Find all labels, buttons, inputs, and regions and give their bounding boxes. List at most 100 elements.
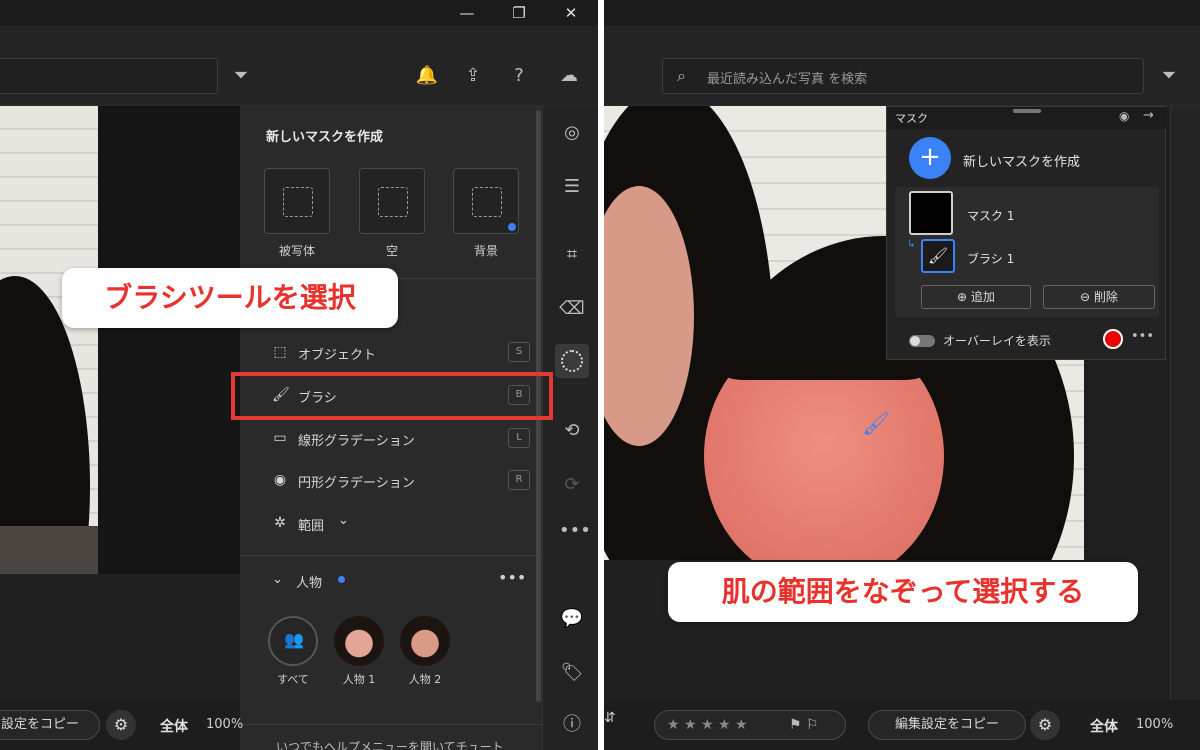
cloud-sync-icon[interactable]: ☁: [556, 63, 582, 89]
zoom-level[interactable]: 100%: [206, 717, 243, 732]
create-mask-button[interactable]: +: [909, 137, 951, 179]
select-sky-button[interactable]: [359, 168, 425, 234]
tool-label: 範囲: [298, 519, 325, 534]
person-all-label: すべて: [277, 673, 309, 686]
mask-name[interactable]: マスク 1: [967, 207, 1014, 224]
shortcut-key: L: [508, 428, 530, 448]
tool-linear-gradient[interactable]: ▭ 線形グラデーション L: [240, 422, 542, 456]
search-input[interactable]: [0, 58, 218, 94]
mask-popup: マスク ◉ → + 新しいマスクを作成 マスク 1 ↳ 🖌 ブラシ 1 ⊕ 追加…: [886, 106, 1167, 360]
select-background-label: 背景: [473, 244, 498, 258]
brush-icon: 🖌: [927, 246, 949, 265]
tool-label: 線形グラデーション: [298, 434, 415, 449]
gear-icon[interactable]: ⚙: [1030, 710, 1060, 740]
instruction-callout: ブラシツールを選択: [62, 268, 398, 328]
mask-panel-title: 新しいマスクを作成: [266, 130, 384, 145]
person-1-button[interactable]: [334, 616, 384, 666]
delete-label: 削除: [1093, 290, 1118, 304]
side-panel-edge: [1170, 106, 1200, 706]
subtract-button[interactable]: ⊖ 削除: [1043, 285, 1155, 309]
more-icon[interactable]: •••: [1131, 329, 1154, 344]
search-input[interactable]: ⌕ 最近読み込んだ写真 を検索: [662, 58, 1144, 94]
select-subject-button[interactable]: [264, 168, 330, 234]
mask-thumbnail[interactable]: [909, 191, 953, 235]
brush-cursor-icon: 🖌: [862, 412, 890, 437]
brush-highlight-box: [231, 372, 553, 420]
share-icon[interactable]: ⇪: [460, 63, 486, 89]
history-icon[interactable]: ⟲: [559, 418, 585, 444]
flag-icon[interactable]: ⚑ ⚐: [789, 711, 819, 739]
instruction-callout: 肌の範囲をなぞって選択する: [668, 562, 1138, 622]
overlay-toggle[interactable]: [909, 335, 935, 347]
top-toolbar: ⏷ 🔔 ⇪ ? ☁: [0, 26, 598, 106]
select-background-button[interactable]: [453, 168, 519, 234]
arrow-right-icon[interactable]: →: [1143, 108, 1154, 123]
brush-component-name[interactable]: ブラシ 1: [967, 250, 1014, 267]
minimize-button[interactable]: —: [456, 2, 478, 24]
tool-object[interactable]: ⬚ オブジェクト S: [240, 336, 542, 370]
radial-gradient-icon: ◉: [273, 472, 287, 488]
view-fit-label[interactable]: 全体: [1090, 716, 1118, 736]
copy-settings-button[interactable]: 編集設定をコピー: [868, 710, 1026, 740]
copy-settings-button[interactable]: 設定をコピー: [0, 710, 100, 740]
person-all-button[interactable]: 👥: [268, 616, 318, 666]
add-button[interactable]: ⊕ 追加: [921, 285, 1031, 309]
bottom-bar: 設定をコピー ⚙ 全体 100%: [0, 700, 243, 750]
zoom-level[interactable]: 100%: [1136, 717, 1173, 732]
filter-icon[interactable]: ⏷: [228, 63, 254, 89]
more-icon[interactable]: •••: [498, 568, 526, 587]
masking-button[interactable]: [555, 344, 589, 378]
filmstrip-area: [0, 574, 240, 700]
divider: [240, 724, 542, 725]
maximize-button[interactable]: ❐: [508, 2, 530, 24]
tag-icon[interactable]: 🏷: [559, 660, 585, 686]
range-icon: ✲: [274, 515, 286, 531]
brush-mask-thumbnail[interactable]: 🖌: [921, 239, 955, 273]
gear-icon[interactable]: ⚙: [106, 710, 136, 740]
eraser-icon[interactable]: ⌫: [559, 296, 585, 322]
shortcut-key: R: [508, 470, 530, 490]
masking-icon: [561, 350, 583, 372]
search-placeholder: 最近読み込んだ写真 を検索: [707, 72, 868, 87]
tool-label: 円形グラデーション: [298, 476, 415, 491]
search-icon: ⌕: [677, 66, 686, 85]
drag-handle[interactable]: [1013, 109, 1041, 113]
people-icon: 👥: [284, 630, 304, 649]
left-screenshot: — ❐ ✕ ⏷ 🔔 ⇪ ? ☁ 新しいマスクを作成 被写体 空 背景 ⬚ オブジ…: [0, 0, 598, 750]
more-options-icon[interactable]: •••: [559, 518, 591, 544]
overlay-color-swatch[interactable]: [1103, 329, 1123, 349]
object-select-icon: ⬚: [273, 344, 287, 360]
star-rating[interactable]: ★ ★ ★ ★ ★ ⚑ ⚐: [654, 710, 846, 740]
star-rating-stars: ★ ★ ★ ★ ★: [667, 717, 748, 733]
comment-icon[interactable]: 💬: [559, 606, 585, 632]
sort-icon[interactable]: ⇵: [604, 710, 616, 726]
sky-icon: [378, 187, 408, 217]
filter-icon[interactable]: ⏷: [1156, 63, 1182, 89]
bell-icon[interactable]: 🔔: [414, 63, 440, 89]
background-icon: [472, 187, 502, 217]
tool-radial-gradient[interactable]: ◉ 円形グラデーション R: [240, 464, 542, 498]
subject-icon: [283, 187, 313, 217]
collapse-chevron-icon[interactable]: ⌄: [272, 572, 283, 587]
photo-clothes: [0, 526, 98, 574]
adjust-sliders-icon[interactable]: ☰: [559, 174, 585, 200]
presets-icon[interactable]: ◎: [559, 120, 585, 146]
persons-dot: [338, 576, 345, 583]
crop-icon[interactable]: ⌗: [559, 242, 585, 268]
select-subject-label: 被写体: [278, 244, 315, 258]
close-button[interactable]: ✕: [560, 2, 582, 24]
eye-icon[interactable]: ◉: [1119, 109, 1129, 123]
info-icon[interactable]: ⓘ: [559, 712, 585, 738]
edit-icon-strip: ◎ ☰ ⌗ ⌫ ⟲ ⟳ ••• 💬 🏷 ⓘ: [542, 106, 598, 750]
person-2-button[interactable]: [400, 616, 450, 666]
person-1-label: 人物 1: [342, 673, 376, 686]
view-fit-label[interactable]: 全体: [160, 716, 188, 736]
add-label: 追加: [970, 290, 995, 304]
create-mask-label[interactable]: 新しいマスクを作成: [963, 151, 1080, 170]
title-bar: [604, 0, 1200, 26]
tool-label: オブジェクト: [298, 348, 377, 363]
right-screenshot: ⌕ 最近読み込んだ写真 を検索 ⏷ 🖌 マスク ◉ → + 新しいマスクを作成 …: [604, 0, 1200, 750]
help-icon[interactable]: ?: [506, 63, 532, 89]
tool-range[interactable]: ✲ 範囲 ⌄: [240, 507, 542, 541]
person-2-label: 人物 2: [408, 673, 442, 686]
